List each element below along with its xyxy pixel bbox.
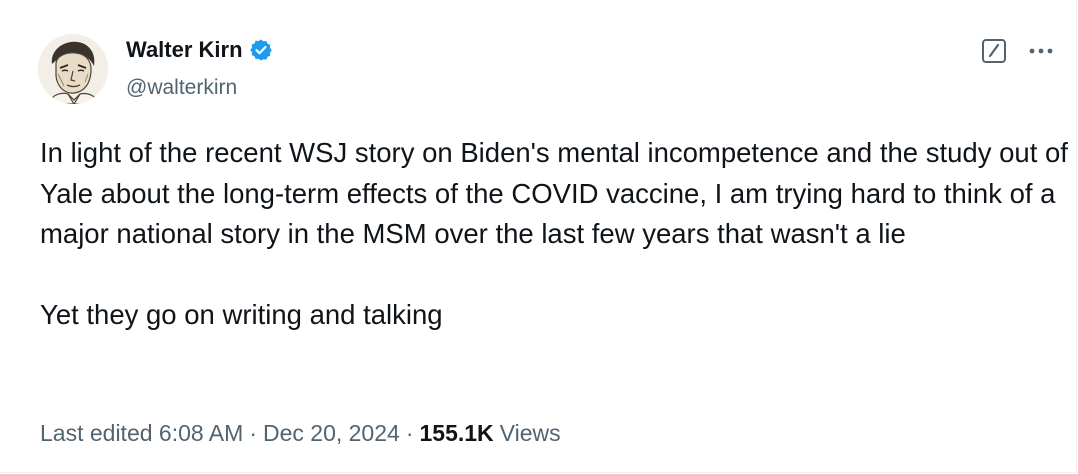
views-label: Views	[499, 420, 561, 446]
tweet-card: Walter Kirn @walterkirn In light of the …	[0, 0, 1077, 473]
avatar[interactable]	[38, 34, 108, 104]
tweet-date[interactable]: Dec 20, 2024	[263, 418, 400, 448]
avatar-sketch-icon	[38, 34, 108, 104]
author-name-row: Walter Kirn	[126, 36, 273, 64]
meta-separator: ·	[405, 420, 414, 446]
meta-separator: ·	[249, 420, 257, 446]
more-icon[interactable]	[1026, 38, 1056, 64]
views-count[interactable]: 155.1K	[419, 418, 493, 448]
author-handle[interactable]: @walterkirn	[126, 74, 237, 102]
edit-icon[interactable]	[981, 38, 1007, 64]
tweet-text: In light of the recent WSJ story on Bide…	[40, 137, 1068, 330]
tweet-meta: Last edited 6:08 AM · Dec 20, 2024 · 155…	[40, 418, 561, 448]
verified-badge-icon[interactable]	[249, 38, 273, 62]
author-display-name[interactable]: Walter Kirn	[126, 36, 243, 64]
edited-timestamp[interactable]: Last edited 6:08 AM	[40, 418, 243, 448]
